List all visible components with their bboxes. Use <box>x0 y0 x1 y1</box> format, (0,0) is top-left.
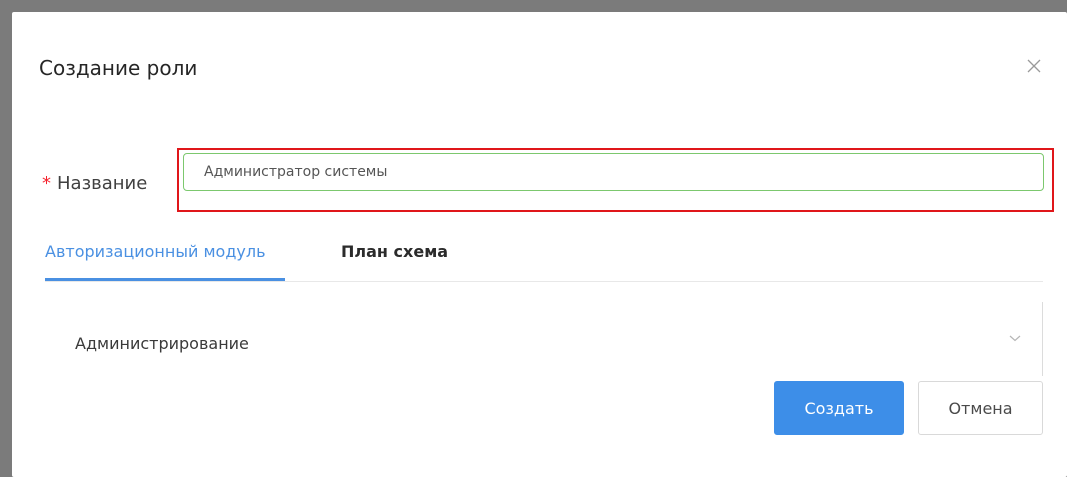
name-label-text: Название <box>57 173 148 194</box>
scroll-divider <box>1042 302 1043 376</box>
close-button[interactable] <box>1023 55 1045 77</box>
cancel-button[interactable]: Отмена <box>918 381 1043 435</box>
create-button[interactable]: Создать <box>774 381 904 435</box>
chevron-down-icon <box>1009 335 1021 342</box>
role-name-input[interactable] <box>183 153 1044 191</box>
active-tab-indicator <box>45 278 285 281</box>
close-icon <box>1027 59 1041 73</box>
panel-label: Администрирование <box>75 334 249 353</box>
tabs-bar: Авторизационный модуль План схема <box>45 232 1043 282</box>
collapse-panel-administration[interactable]: Администрирование <box>45 304 1043 376</box>
dialog-title: Создание роли <box>39 56 198 80</box>
create-role-dialog: Создание роли * Название Авторизационный … <box>12 12 1067 477</box>
tab-auth-module[interactable]: Авторизационный модуль <box>45 242 266 261</box>
name-field-label: * Название <box>42 173 147 194</box>
required-mark: * <box>42 173 51 194</box>
tab-plan-scheme[interactable]: План схема <box>341 242 448 261</box>
